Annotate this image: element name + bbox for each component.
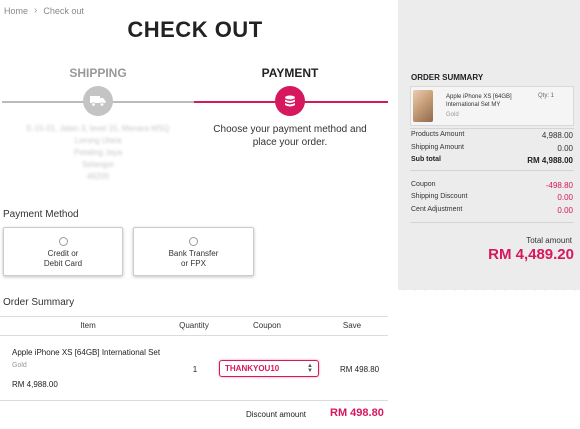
payment-option-card[interactable]: Credit or Debit Card — [3, 227, 123, 276]
payment-option-label: Debit Card — [43, 259, 83, 268]
payment-option-radio[interactable] — [189, 237, 198, 246]
step-shipping-label: SHIPPING — [69, 66, 127, 80]
table-divider — [0, 400, 388, 401]
step-payment-label: PAYMENT — [261, 66, 319, 80]
total-amount-label: Total amount — [526, 236, 572, 245]
discount-label: Discount amount — [246, 410, 307, 419]
item-variant: Gold — [12, 362, 27, 369]
summary-row-cent-adjustment: Cent Adjustment 0.00 — [411, 206, 573, 215]
summary-divider — [410, 170, 574, 171]
address-line: Lorong Utara — [74, 136, 122, 145]
summary-value: RM 4,988.00 — [527, 156, 573, 165]
payment-prompt: Choose your payment method and place you… — [213, 124, 367, 148]
coupon-select[interactable]: THANKYOU10 ▲ ▼ — [219, 360, 319, 377]
order-summary-heading: Order Summary — [3, 297, 75, 308]
truck-icon — [90, 96, 106, 107]
item-price: RM 4,988.00 — [12, 380, 58, 389]
summary-value: 0.00 — [557, 144, 573, 153]
table-divider — [0, 335, 388, 336]
total-amount-value: RM 4,489.20 — [488, 246, 574, 263]
product-thumbnail — [413, 90, 433, 122]
summary-label: Shipping Amount — [411, 144, 464, 151]
summary-panel-title: ORDER SUMMARY — [411, 73, 484, 82]
payment-option-radio[interactable] — [58, 237, 68, 246]
address-line: Petaling Jaya — [73, 148, 123, 157]
breadcrumb-home-link[interactable]: Home — [4, 6, 28, 16]
payment-option-label: or FPX — [181, 259, 206, 268]
address-line: E-15-01, Jalan 3, level 15, Menara MSQ — [26, 124, 170, 133]
column-header-coupon: Coupon — [252, 321, 282, 330]
payment-option-label: Credit or — [47, 249, 79, 258]
summary-divider — [410, 128, 574, 129]
coupon-select-value: THANKYOU10 — [225, 364, 280, 373]
summary-label: Products Amount — [411, 131, 465, 138]
step-shipping-indicator[interactable] — [83, 86, 113, 116]
summary-product-qty: Qty: 1 — [538, 93, 555, 99]
item-quantity: 1 — [192, 365, 198, 374]
summary-row-products-amount: Products Amount 4,988.00 — [411, 131, 573, 140]
summary-row-subtotal: Sub total RM 4,988.00 — [411, 156, 573, 165]
item-save: RM 498.80 — [340, 365, 380, 374]
summary-label: Sub total — [411, 156, 441, 163]
item-name: Apple iPhone XS [64GB] International Set — [12, 348, 161, 357]
summary-value: 0.00 — [557, 193, 573, 202]
summary-label: Coupon — [411, 181, 436, 188]
summary-product-variant: Gold — [446, 112, 459, 118]
breadcrumb: Home › Check out — [4, 5, 84, 16]
coins-icon — [285, 95, 295, 107]
column-header-item: Item — [80, 321, 96, 330]
address-line: 46200 — [86, 172, 110, 181]
summary-row-shipping-amount: Shipping Amount 0.00 — [411, 144, 573, 153]
summary-value: 0.00 — [557, 206, 573, 215]
summary-label: Cent Adjustment — [411, 206, 463, 213]
discount-amount: RM 498.80 — [330, 407, 384, 419]
column-header-quantity: Quantity — [179, 321, 209, 330]
summary-row-shipping-discount: Shipping Discount 0.00 — [411, 193, 573, 202]
table-divider — [0, 316, 388, 317]
torn-edge-decoration — [398, 284, 580, 291]
payment-method-heading: Payment Method — [3, 209, 79, 220]
shipping-address: E-15-01, Jalan 3, level 15, Menara MSQ L… — [0, 123, 196, 183]
summary-value: -498.80 — [545, 181, 573, 190]
chevron-right-icon: › — [34, 5, 38, 16]
address-line: Selangor — [81, 160, 115, 169]
step-payment-indicator — [275, 86, 305, 116]
payment-option-bank-transfer[interactable]: Bank Transfer or FPX — [133, 227, 254, 276]
summary-product-name: Apple iPhone XS [64GB] International Set… — [446, 94, 512, 108]
summary-label: Shipping Discount — [411, 193, 468, 200]
summary-divider — [410, 222, 574, 223]
page-title: CHECK OUT — [127, 17, 263, 42]
payment-option-label: Bank Transfer — [168, 249, 219, 258]
summary-row-coupon: Coupon -498.80 — [411, 181, 573, 190]
summary-value: 4,988.00 — [541, 131, 573, 140]
column-header-save: Save — [342, 321, 362, 330]
select-arrows-icon: ▲ ▼ — [307, 362, 313, 374]
breadcrumb-current: Check out — [43, 5, 84, 16]
